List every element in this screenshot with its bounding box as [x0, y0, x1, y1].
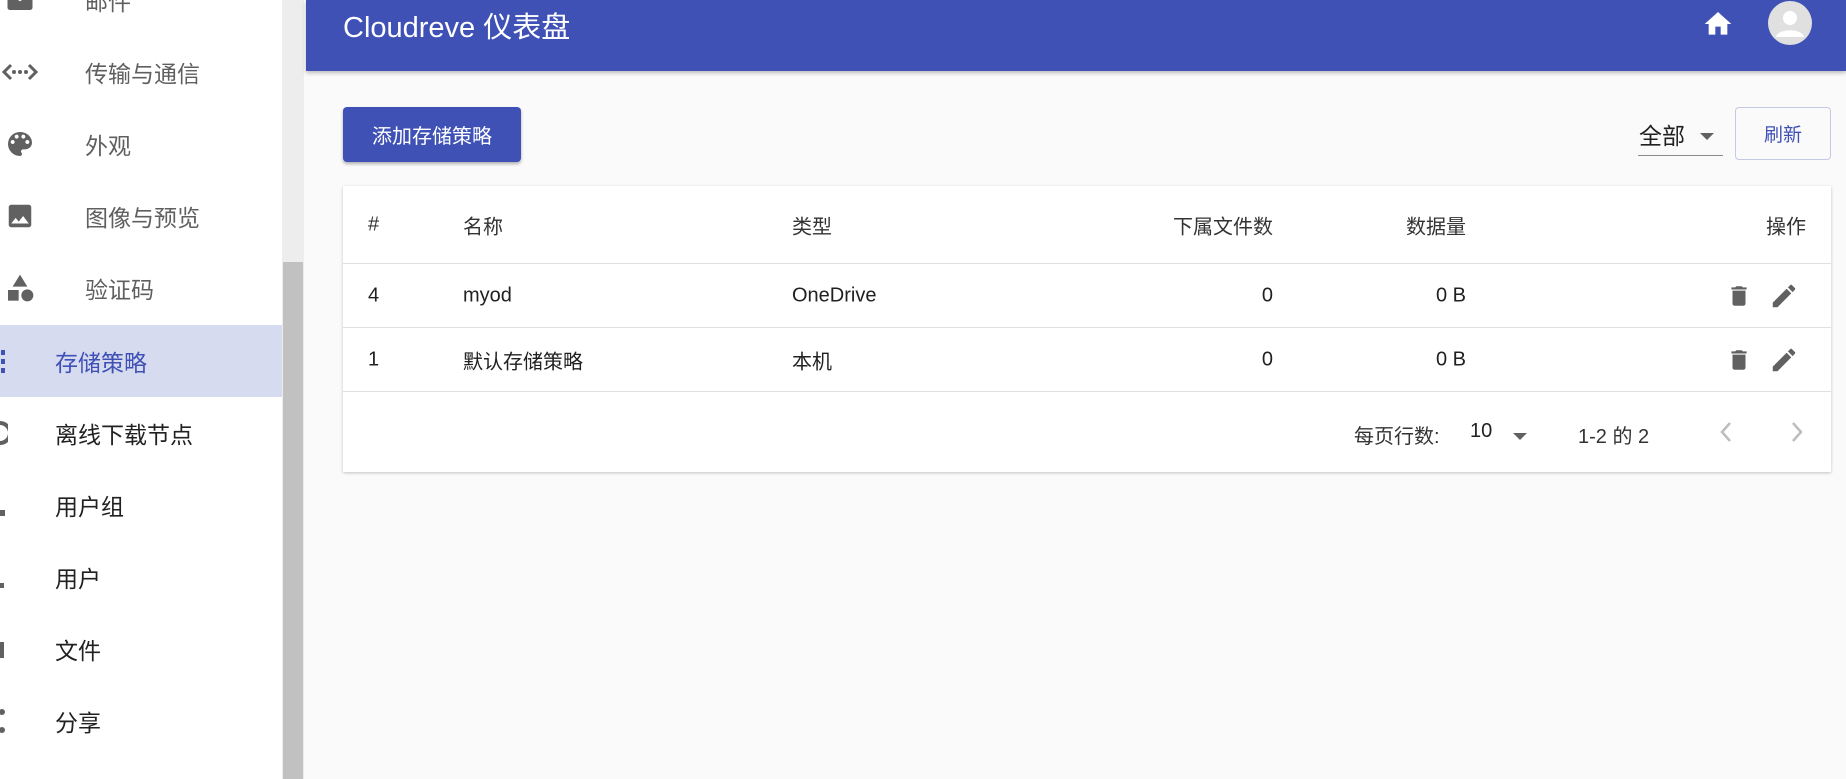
- edit-icon: [1772, 348, 1796, 371]
- refresh-button[interactable]: 刷新: [1735, 107, 1831, 160]
- cell-file-count: 0: [1261, 348, 1273, 370]
- cell-data-size: 0 B: [1435, 348, 1466, 370]
- code-arrows-icon: [0, 36, 40, 108]
- sidebar-item-label: 验证码: [85, 277, 154, 303]
- cell-id: 1: [368, 348, 380, 370]
- list-icon: [0, 325, 8, 397]
- delete-button[interactable]: [1724, 344, 1754, 376]
- category-shapes-icon: [0, 252, 40, 324]
- rows-per-page-value: 10: [1470, 420, 1493, 442]
- cell-file-count: 0: [1261, 284, 1273, 306]
- app-bar: Cloudreve 仪表盘: [306, 0, 1846, 71]
- sidebar-item-shares[interactable]: 分享: [0, 685, 282, 757]
- storage-policy-table-card: # 名称 类型 下属文件数 数据量 操作 4 myod OneDrive 0 0…: [343, 186, 1831, 472]
- sidebar-item-files[interactable]: 文件: [0, 613, 282, 685]
- pagination-range: 1-2 的 2: [1578, 426, 1650, 448]
- sidebar-item-image-preview[interactable]: 图像与预览: [0, 180, 282, 252]
- sidebar: 邮件 传输与通信 外观 图像与预览 验证码 存储策略 离线下载节点 用户组 用户…: [0, 0, 282, 779]
- policy-type-filter[interactable]: 全部: [1638, 113, 1723, 156]
- chevron-right-icon: [1792, 422, 1803, 442]
- sidebar-item-label: 离线下载节点: [55, 422, 193, 448]
- edit-button[interactable]: [1767, 343, 1801, 377]
- home-icon: [1704, 12, 1732, 35]
- sidebar-item-captcha[interactable]: 验证码: [0, 252, 282, 324]
- next-page-button[interactable]: [1779, 414, 1815, 450]
- cell-type: 本机: [792, 351, 832, 373]
- chevron-down-icon: [1513, 428, 1527, 446]
- sidebar-item-label: 分享: [55, 710, 101, 736]
- rows-per-page-label: 每页行数:: [1354, 426, 1440, 448]
- avatar[interactable]: [1768, 1, 1812, 45]
- cell-id: 4: [368, 284, 380, 306]
- rows-per-page-select[interactable]: 10: [1470, 414, 1530, 448]
- chevron-down-icon: [1699, 129, 1715, 147]
- cell-name: myod: [463, 284, 512, 306]
- column-header-data-size: 数据量: [1406, 216, 1466, 238]
- column-header-actions: 操作: [1766, 216, 1806, 238]
- group-icon: [0, 469, 8, 541]
- add-storage-policy-button[interactable]: 添加存储策略: [343, 107, 521, 162]
- palette-icon: [0, 108, 40, 180]
- sidebar-item-label: 用户: [55, 566, 101, 592]
- app-title: Cloudreve 仪表盘: [343, 12, 571, 44]
- sidebar-item-user-groups[interactable]: 用户组: [0, 469, 282, 541]
- edit-icon: [1772, 284, 1796, 307]
- sidebar-item-users[interactable]: 用户: [0, 541, 282, 613]
- sidebar-item-label: 图像与预览: [85, 205, 200, 231]
- cell-name: 默认存储策略: [463, 351, 583, 373]
- table-pagination: 每页行数: 10 1-2 的 2: [343, 392, 1831, 472]
- image-icon: [0, 180, 40, 252]
- column-header-type: 类型: [792, 216, 832, 238]
- cell-type: OneDrive: [792, 284, 877, 306]
- sidebar-item-storage-policy[interactable]: 存储策略: [0, 325, 282, 397]
- delete-icon: [1731, 285, 1747, 306]
- sidebar-item-label: 文件: [55, 638, 101, 664]
- previous-page-button[interactable]: [1708, 414, 1744, 450]
- edit-button[interactable]: [1767, 279, 1801, 313]
- column-header-name: 名称: [463, 216, 503, 238]
- table-row[interactable]: 1 默认存储策略 本机 0 0 B: [343, 328, 1831, 392]
- delete-icon: [1731, 349, 1747, 370]
- account-icon: [1776, 11, 1804, 37]
- cell-data-size: 0 B: [1435, 284, 1466, 306]
- sidebar-item-mail[interactable]: 邮件: [0, 0, 282, 36]
- home-button[interactable]: [1698, 6, 1738, 42]
- file-icon: [0, 613, 8, 685]
- column-header-id: #: [368, 213, 380, 235]
- delete-button[interactable]: [1724, 280, 1754, 312]
- sidebar-item-transfer[interactable]: 传输与通信: [0, 36, 282, 108]
- filter-selected-value: 全部: [1639, 123, 1685, 149]
- person-icon: [0, 541, 8, 613]
- sidebar-item-appearance[interactable]: 外观: [0, 108, 282, 180]
- column-header-file-count: 下属文件数: [1173, 216, 1273, 238]
- sidebar-item-label: 存储策略: [55, 350, 147, 376]
- sidebar-item-label: 邮件: [85, 0, 131, 15]
- sidebar-item-label: 外观: [85, 133, 131, 159]
- table-header-row: # 名称 类型 下属文件数 数据量 操作: [343, 186, 1831, 264]
- sidebar-item-download-nodes[interactable]: 离线下载节点: [0, 397, 282, 469]
- mail-icon: [0, 0, 40, 36]
- sidebar-item-label: 传输与通信: [85, 61, 200, 87]
- download-node-icon: [0, 397, 8, 469]
- sidebar-scrollbar-thumb[interactable]: [283, 262, 303, 779]
- chevron-left-icon: [1720, 422, 1731, 442]
- share-icon: [0, 685, 8, 757]
- sidebar-item-label: 用户组: [55, 494, 124, 520]
- table-row[interactable]: 4 myod OneDrive 0 0 B: [343, 264, 1831, 328]
